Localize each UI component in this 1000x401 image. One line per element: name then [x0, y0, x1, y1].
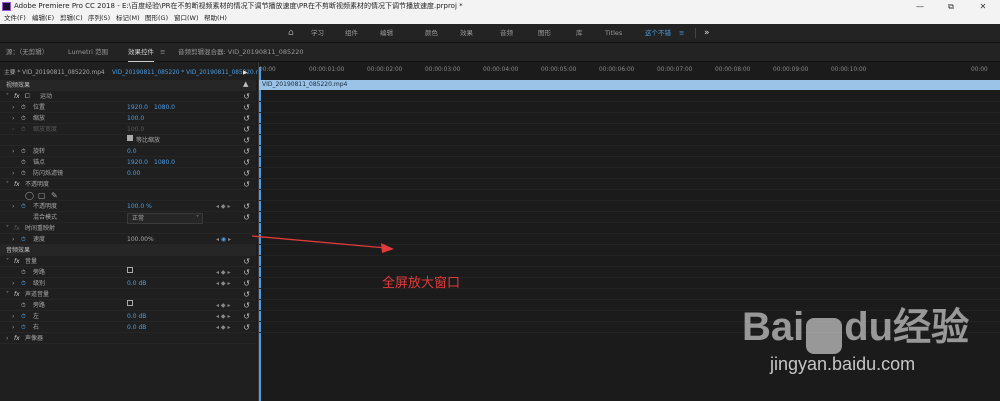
baidu-watermark: Bai du经验 jingyan.baidu.com	[742, 296, 970, 374]
watermark-du: du	[844, 305, 894, 349]
annotation-text: 全屏放大窗口	[382, 276, 461, 291]
watermark-bai: Bai	[742, 305, 805, 349]
watermark-jingyan: 经验	[893, 305, 970, 349]
watermark-url: jingyan.baidu.com	[770, 354, 916, 374]
paw-logo-icon	[806, 317, 843, 354]
